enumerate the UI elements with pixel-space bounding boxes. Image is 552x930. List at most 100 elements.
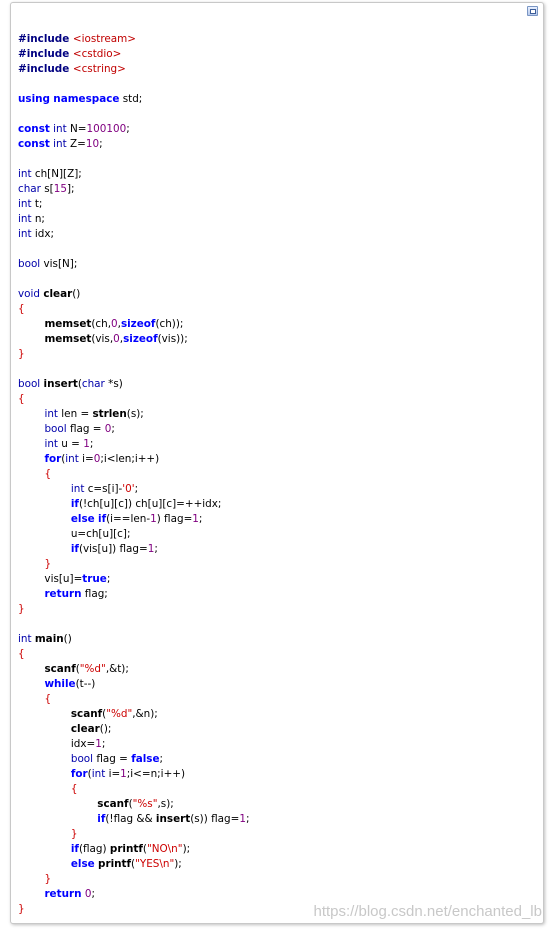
code-token: u=ch[u][c]; <box>18 528 131 540</box>
code-line: int n; <box>18 212 249 227</box>
code-token: (s); <box>126 408 144 420</box>
code-token: for <box>44 453 62 465</box>
code-token: { <box>44 693 52 705</box>
code-line: const int N=100100; <box>18 122 249 137</box>
code-line: { <box>18 647 249 662</box>
code-token: printf <box>98 858 132 870</box>
code-token: 0 <box>111 318 118 330</box>
code-token: <cstring> <box>72 63 126 75</box>
code-token: clear <box>70 723 100 735</box>
code-token: return <box>44 588 82 600</box>
code-line: #include <iostream> <box>18 32 249 47</box>
code-token: i= <box>78 453 94 465</box>
code-token: t; <box>31 198 43 210</box>
code-token: } <box>18 903 25 915</box>
code-token: const <box>18 138 50 150</box>
code-token: main <box>34 633 64 645</box>
code-token: ); <box>174 858 182 870</box>
code-token: N= <box>66 123 87 135</box>
code-line: } <box>18 902 249 917</box>
code-token: ; <box>198 513 203 525</box>
code-line: if(vis[u]) flag=1; <box>18 542 249 557</box>
code-line: else if(i==len-1) flag=1; <box>18 512 249 527</box>
code-line: bool flag = false; <box>18 752 249 767</box>
code-token: ; <box>159 753 164 765</box>
code-token: idx; <box>31 228 54 240</box>
code-token: ; <box>154 543 158 555</box>
code-line: } <box>18 827 249 842</box>
code-token: 1 <box>83 438 90 450</box>
code-token: #include <box>18 33 73 45</box>
code-line: char s[15]; <box>18 182 249 197</box>
code-token: () <box>72 288 81 300</box>
code-token: scanf <box>97 798 129 810</box>
code-token: scanf <box>70 708 103 720</box>
code-token: flag; <box>81 588 108 600</box>
code-token: ,&n); <box>132 708 158 720</box>
code-line: { <box>18 302 249 317</box>
code-token: 100100 <box>86 123 127 135</box>
code-token: vis[N]; <box>40 258 78 270</box>
code-token: true <box>82 573 107 585</box>
code-token: namespace <box>53 93 120 105</box>
code-token: ch[N][Z]; <box>31 168 82 180</box>
code-line: } <box>18 602 249 617</box>
code-line: int u = 1; <box>18 437 249 452</box>
code-token: bool <box>44 423 67 435</box>
code-token: int <box>18 633 32 645</box>
code-token: ;i<len;i++) <box>100 453 160 465</box>
code-line: const int Z=10; <box>18 137 249 152</box>
code-line: else printf("YES\n"); <box>18 857 249 872</box>
code-token: } <box>44 873 52 885</box>
code-line: { <box>18 692 249 707</box>
code-line: } <box>18 557 249 572</box>
code-line: { <box>18 467 249 482</box>
code-line: #include <cstdio> <box>18 47 249 62</box>
code-token: 1 <box>239 813 246 825</box>
code-token: "%d" <box>79 663 106 675</box>
code-token: 10 <box>85 138 100 150</box>
code-token: int <box>70 483 85 495</box>
code-token: char <box>18 183 41 195</box>
code-token: Z= <box>66 138 86 150</box>
code-token: bool <box>70 753 94 765</box>
code-token: false <box>131 753 160 765</box>
code-token: "YES\n" <box>135 858 175 870</box>
code-token: while <box>44 678 76 690</box>
code-token: <cstdio> <box>72 48 122 60</box>
code-token: int <box>91 768 106 780</box>
code-line: idx=1; <box>18 737 249 752</box>
code-token: s[ <box>40 183 54 195</box>
code-line: u=ch[u][c]; <box>18 527 249 542</box>
code-token: int <box>18 213 32 225</box>
code-token: clear <box>43 288 73 300</box>
code-token: ]; <box>66 183 75 195</box>
code-line: bool vis[N]; <box>18 257 249 272</box>
code-token: len = <box>57 408 93 420</box>
code-token: ; <box>126 123 130 135</box>
code-token: c=s[i]- <box>84 483 123 495</box>
code-line: for(int i=0;i<len;i++) <box>18 452 249 467</box>
code-token: 0 <box>113 333 120 345</box>
code-token: } <box>18 348 25 360</box>
code-line: memset(vis,0,sizeof(vis)); <box>18 332 249 347</box>
code-block: #include <iostream> #include <cstdio> #inc… <box>10 2 544 924</box>
code-token: ); <box>182 843 191 855</box>
view-source-icon[interactable] <box>527 6 538 16</box>
code-line: for(int i=1;i<=n;i++) <box>18 767 249 782</box>
